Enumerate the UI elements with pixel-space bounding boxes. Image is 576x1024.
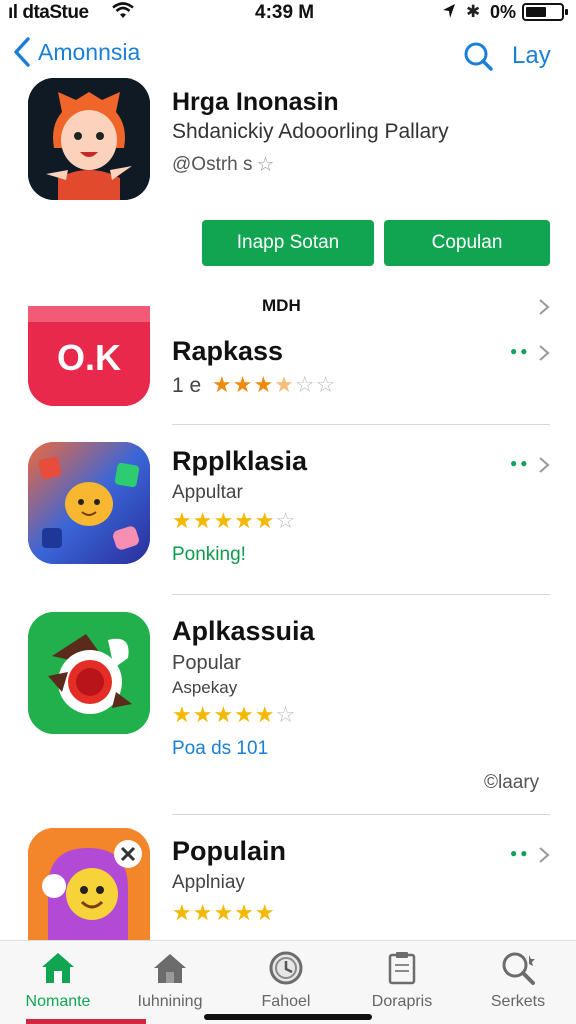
peek-bar <box>26 1019 146 1024</box>
app-name: Rpplklasia <box>172 446 308 476</box>
app-line: Popular <box>172 652 241 674</box>
tab-nomante[interactable]: Nomante <box>8 949 108 1011</box>
status-bar: ıl dtaStue 4:39 M ✱ 0% <box>0 0 576 26</box>
list-header: MDH <box>262 296 301 315</box>
app-line: Applniay <box>172 872 245 893</box>
chevron-right-icon[interactable] <box>538 344 550 362</box>
more-dots-icon[interactable]: ●● <box>510 344 531 358</box>
tab-label: Nomante <box>25 993 91 1010</box>
app-icon[interactable]: O.K <box>28 306 150 406</box>
divider <box>172 424 550 425</box>
star-outline-icon: ☆ <box>256 154 275 176</box>
star-rating: ★★★★★ <box>172 900 276 925</box>
featured-app: Hrga Inonasin Shdanickiy Adooorling Pall… <box>0 78 576 273</box>
chevron-right-icon[interactable] <box>538 298 550 316</box>
app-name: Rapkass <box>172 336 284 366</box>
star-rating: ★★★★☆☆ <box>212 372 337 397</box>
featured-rating-text: @Ostrh s <box>172 153 253 175</box>
puzzle-game-icon <box>28 442 150 564</box>
divider <box>172 814 550 815</box>
back-button[interactable]: Amonnsia <box>12 36 140 68</box>
inapp-button[interactable]: Inapp Sotan <box>202 220 374 266</box>
featured-app-title: Hrga Inonasin <box>172 88 339 116</box>
featured-app-subtitle: Shdanickiy Adooorling Pallary <box>172 120 449 143</box>
featured-rating: @Ostrh s ☆ <box>172 152 274 177</box>
carrier-label: ıl dtaStue <box>8 2 89 23</box>
search-icon[interactable] <box>462 40 494 72</box>
star-rating: ★★★★★☆ <box>172 702 297 727</box>
star-rating: ★★★★★☆ <box>172 508 297 533</box>
search-icon <box>502 952 535 985</box>
bluetooth-icon: ✱ <box>466 2 481 21</box>
bird-game-icon <box>28 612 150 734</box>
tab-label: Serkets <box>490 993 546 1010</box>
tab-fahoel[interactable]: Fahoel <box>236 949 336 1011</box>
chevron-left-icon <box>14 37 30 67</box>
more-dots-icon[interactable]: ●● <box>510 456 531 470</box>
home-indicator <box>204 1014 372 1020</box>
app-line: Aspekay <box>172 678 238 697</box>
clock-icon <box>269 951 303 985</box>
tab-label: Iuhnining <box>137 993 203 1010</box>
more-dots-icon[interactable]: ●● <box>510 846 531 860</box>
nav-right-button[interactable]: Lay <box>512 42 551 70</box>
app-line: Appultar <box>172 482 243 503</box>
app-line: 1 e <box>172 374 202 397</box>
home-icon <box>42 953 74 983</box>
chevron-right-icon[interactable] <box>538 456 550 474</box>
chevron-right-icon[interactable] <box>538 846 550 864</box>
tab-serkets[interactable]: Serkets <box>468 949 568 1011</box>
monster-game-icon <box>28 828 150 940</box>
back-label: Amonnsia <box>38 38 141 65</box>
app-tag: Ponking! <box>172 544 246 565</box>
clipboard-icon <box>388 952 416 985</box>
app-footnote: ©laary <box>484 772 540 793</box>
character-icon <box>28 78 150 200</box>
nav-bar: Amonnsia Lay <box>0 36 576 80</box>
featured-app-icon[interactable] <box>28 78 150 200</box>
tab-label: Fahoel <box>261 993 311 1010</box>
app-icon[interactable] <box>28 828 150 940</box>
battery-icon <box>522 3 568 21</box>
app-tag: Poa ds 101 <box>172 738 269 759</box>
status-time: 4:39 M <box>255 2 315 23</box>
tab-bar: Nomante Iuhnining Fahoel Dorapris Serket… <box>0 940 576 1024</box>
app-icon[interactable] <box>28 442 150 564</box>
location-icon <box>443 4 455 18</box>
app-icon[interactable] <box>28 612 150 734</box>
popular-button[interactable]: Copulan <box>384 220 550 266</box>
tab-iuhnining[interactable]: Iuhnining <box>120 949 220 1011</box>
wifi-icon <box>112 2 134 18</box>
battery-percent: 0% <box>490 2 517 22</box>
app-name: Aplkassuia <box>172 616 315 646</box>
ok-logo-icon: O.K <box>28 306 150 406</box>
divider <box>172 594 550 595</box>
app-name: Populain <box>172 836 286 866</box>
tab-dorapris[interactable]: Dorapris <box>352 949 452 1011</box>
svg-text:O.K: O.K <box>57 337 121 378</box>
tab-label: Dorapris <box>371 993 433 1010</box>
house-icon <box>154 954 186 983</box>
